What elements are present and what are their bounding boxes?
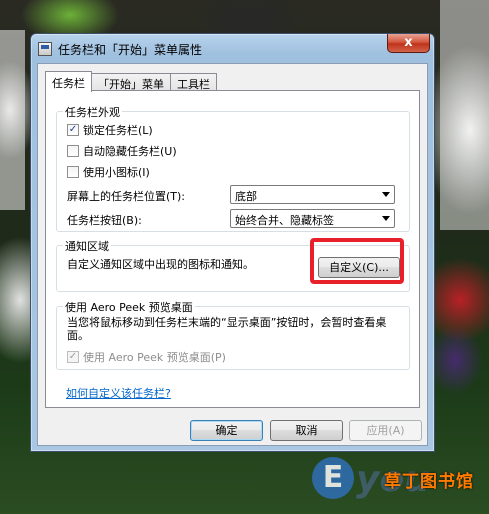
apply-button: 应用(A) — [349, 420, 422, 441]
lock-taskbar-checkbox[interactable] — [67, 124, 79, 136]
notification-description: 自定义通知区域中出现的图标和通知。 — [67, 258, 254, 271]
help-link[interactable]: 如何自定义该任务栏? — [66, 385, 171, 401]
notification-area-group: 通知区域 自定义通知区域中出现的图标和通知。 自定义(C)... — [56, 238, 410, 292]
location-label: 屏幕上的任务栏位置(T): — [67, 190, 186, 203]
buttons-label: 任务栏按钮(B): — [67, 214, 142, 227]
autohide-checkbox[interactable] — [67, 145, 79, 157]
buttons-value: 始终合并、隐藏标签 — [235, 214, 334, 227]
autohide-label: 自动隐藏任务栏(U) — [83, 145, 177, 158]
dialog-client-area: 任务栏 「开始」菜单 工具栏 任务栏外观 锁定任务栏(L) 自动隐藏任务栏(U)… — [37, 63, 428, 446]
watermark-site-name: 草丁图书馆 — [384, 472, 474, 492]
aero-peek-option: 使用 Aero Peek 预览桌面(P) — [67, 349, 226, 365]
ok-button[interactable]: 确定 — [190, 420, 263, 441]
group-legend-aero: 使用 Aero Peek 预览桌面 — [63, 299, 195, 315]
aero-peek-label: 使用 Aero Peek 预览桌面(P) — [83, 351, 226, 364]
background-jersey-right — [440, 0, 489, 230]
close-button[interactable]: x — [387, 34, 430, 53]
lock-taskbar-option[interactable]: 锁定任务栏(L) — [67, 122, 153, 138]
background-jersey — [0, 30, 25, 210]
customize-button[interactable]: 自定义(C)... — [318, 257, 400, 278]
window-icon — [38, 42, 52, 56]
cancel-button[interactable]: 取消 — [270, 420, 343, 441]
location-value: 底部 — [235, 190, 257, 203]
group-legend-notification: 通知区域 — [63, 238, 111, 254]
aero-description: 当您将鼠标移动到任务栏末端的“显示桌面”按钮时，会暂时查看桌面。 — [67, 316, 387, 342]
aero-peek-group: 使用 Aero Peek 预览桌面 当您将鼠标移动到任务栏末端的“显示桌面”按钮… — [56, 299, 410, 370]
small-icons-option[interactable]: 使用小图标(I) — [67, 164, 150, 180]
location-dropdown[interactable]: 底部 — [230, 185, 395, 204]
taskbar-appearance-group: 任务栏外观 锁定任务栏(L) 自动隐藏任务栏(U) 使用小图标(I) 屏幕上的任… — [56, 104, 410, 232]
group-legend-appearance: 任务栏外观 — [63, 104, 122, 120]
taskbar-tab-panel: 任务栏外观 锁定任务栏(L) 自动隐藏任务栏(U) 使用小图标(I) 屏幕上的任… — [45, 90, 420, 408]
lock-taskbar-label: 锁定任务栏(L) — [83, 124, 153, 137]
watermark-logo-e: E — [312, 457, 354, 499]
title-bar[interactable]: 任务栏和「开始」菜单属性 x — [31, 34, 434, 60]
tab-strip: 任务栏 「开始」菜单 工具栏 — [45, 71, 217, 92]
autohide-option[interactable]: 自动隐藏任务栏(U) — [67, 143, 177, 159]
buttons-dropdown[interactable]: 始终合并、隐藏标签 — [230, 209, 395, 228]
small-icons-label: 使用小图标(I) — [83, 166, 150, 179]
tab-taskbar[interactable]: 任务栏 — [45, 71, 92, 92]
aero-peek-checkbox — [67, 351, 79, 363]
dropdown-arrow-icon — [382, 216, 390, 221]
dropdown-arrow-icon — [382, 192, 390, 197]
small-icons-checkbox[interactable] — [67, 166, 79, 178]
watermark: E you 草丁图书馆 — [312, 455, 489, 514]
window-title: 任务栏和「开始」菜单属性 — [58, 43, 203, 57]
taskbar-properties-dialog: 任务栏和「开始」菜单属性 x 任务栏 「开始」菜单 工具栏 任务栏外观 锁定任务… — [30, 33, 435, 452]
